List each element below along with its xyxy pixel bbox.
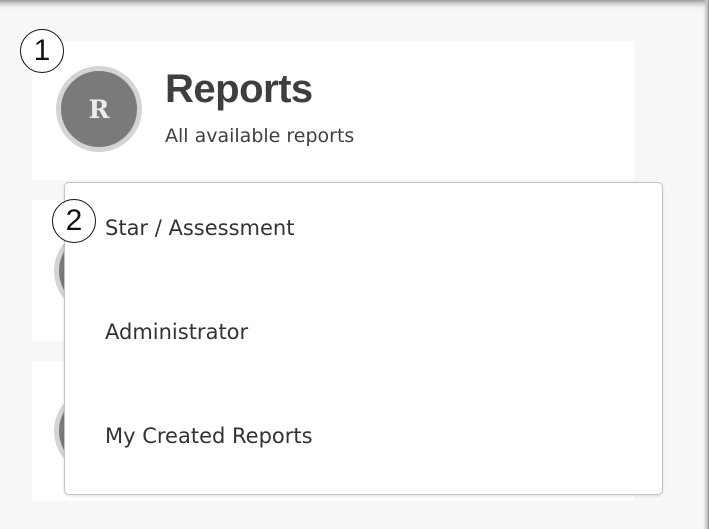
right-frame-shadow bbox=[703, 0, 709, 529]
callout-marker-2: 2 bbox=[52, 199, 96, 243]
card-title: Reports bbox=[165, 67, 313, 111]
dropdown-item-administrator[interactable]: Administrator bbox=[105, 312, 248, 352]
dropdown-item-my-created-reports[interactable]: My Created Reports bbox=[105, 416, 313, 456]
avatar-letter: R bbox=[88, 94, 110, 124]
report-category-dropdown[interactable]: Star / Assessment Administrator My Creat… bbox=[64, 182, 663, 495]
callout-marker-1: 1 bbox=[20, 29, 64, 73]
top-frame-shadow bbox=[0, 0, 709, 10]
card-subtitle: All available reports bbox=[165, 125, 355, 147]
dropdown-item-star-assessment[interactable]: Star / Assessment bbox=[105, 208, 294, 248]
reports-card[interactable]: R Reports All available reports bbox=[32, 41, 634, 180]
avatar: R bbox=[56, 66, 142, 152]
